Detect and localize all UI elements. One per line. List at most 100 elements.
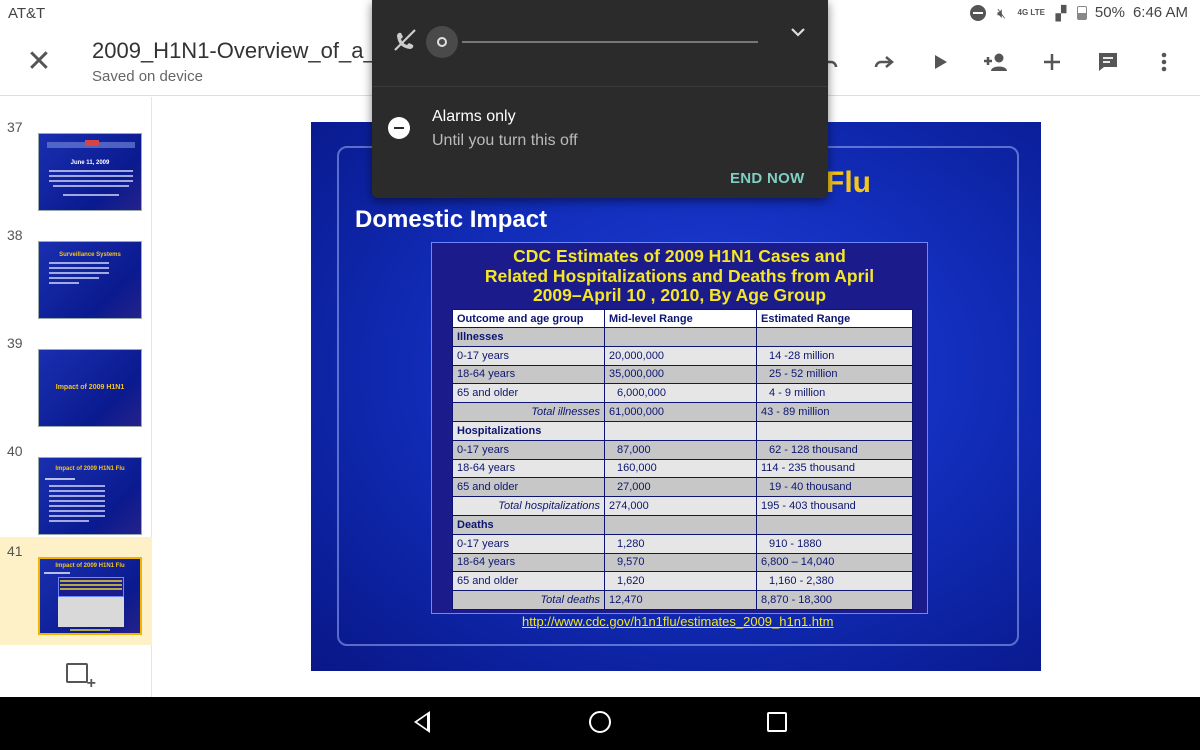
slide-number: 39	[7, 335, 23, 351]
home-icon[interactable]	[589, 711, 611, 733]
table-cell: 18-64 years	[452, 364, 605, 385]
add-icon[interactable]	[1036, 46, 1068, 78]
table-cell: Total hospitalizations	[452, 496, 605, 516]
table-cell: 18-64 years	[452, 552, 605, 573]
table-cell: 61,000,000	[604, 402, 757, 422]
table-cell: 20,000,000	[604, 345, 757, 366]
table-cell: 6,800 – 14,040	[756, 552, 913, 573]
battery-icon	[1076, 5, 1087, 20]
table-cell: 87,000	[604, 439, 757, 460]
battery-percent: 50%	[1094, 4, 1125, 21]
column-header: Mid-level Range	[604, 309, 757, 328]
document-title: 2009_H1N1-Overview_of_a_	[92, 38, 372, 63]
slide-thumbnail[interactable]: 39 Impact of 2009 H1N1	[0, 329, 152, 437]
source-link[interactable]: http://www.cdc.gov/h1n1flu/estimates_200…	[522, 614, 833, 629]
table-cell: 62 - 128 thousand	[756, 439, 913, 460]
play-icon[interactable]	[924, 46, 956, 78]
table-title-line: Related Hospitalizations and Deaths from…	[484, 265, 875, 286]
table-cell: 14 -28 million	[756, 345, 913, 366]
estimates-table: Outcome and age group Mid-level Range Es…	[452, 309, 913, 610]
table-cell: 0-17 years	[452, 533, 605, 554]
comment-icon[interactable]	[1092, 46, 1124, 78]
table-total-row: Total deaths 12,470 8,870 - 18,300	[452, 590, 913, 610]
table-total-row: Total hospitalizations 274,000 195 - 403…	[452, 496, 913, 516]
table-cell: 25 - 52 million	[756, 364, 913, 385]
table-cell: Total illnesses	[452, 402, 605, 422]
table-cell: 65 and older	[452, 383, 605, 404]
table-section-row: Hospitalizations	[452, 420, 913, 441]
table-cell: 274,000	[604, 496, 757, 516]
table-row: 65 and older 6,000,000 4 - 9 million	[452, 383, 913, 404]
clock: 6:46 AM	[1132, 4, 1188, 21]
table-row: 18-64 years 35,000,000 25 - 52 million	[452, 364, 913, 385]
main-slide[interactable]: Flu Domestic Impact CDC Estimates of 200…	[311, 122, 1041, 671]
slide-heading: Flu	[826, 166, 871, 199]
do-not-disturb-icon	[388, 117, 410, 139]
table-section-row: Deaths	[452, 514, 913, 535]
slide-number: 37	[7, 119, 23, 135]
section-label: Deaths	[452, 514, 605, 535]
table-cell: 1,620	[604, 571, 757, 592]
table-cell: 43 - 89 million	[756, 402, 913, 422]
back-icon[interactable]	[414, 711, 430, 733]
estimates-table-box: CDC Estimates of 2009 H1N1 Cases and Rel…	[431, 242, 928, 614]
chevron-down-icon[interactable]	[790, 22, 806, 43]
table-section-row: Illnesses	[452, 327, 913, 347]
slide-preview: Surveillance Systems	[38, 241, 142, 319]
slide-preview: Impact of 2009 H1N1 Flu	[38, 557, 142, 635]
slide-number: 38	[7, 227, 23, 243]
table-cell: 65 and older	[452, 477, 605, 498]
slide-preview: Impact of 2009 H1N1 Flu	[38, 457, 142, 535]
ringer-volume-row	[372, 0, 828, 87]
dnd-mode-subtitle: Until you turn this off	[432, 132, 578, 149]
close-icon[interactable]: ✕	[24, 47, 54, 78]
table-row: 18-64 years 9,570 6,800 – 14,040	[452, 552, 913, 573]
lte-icon: 4G LTE	[1017, 8, 1045, 17]
table-cell: 1,160 - 2,380	[756, 571, 913, 592]
table-cell: Total deaths	[452, 590, 605, 610]
table-title-line: CDC Estimates of 2009 H1N1 Cases and	[513, 246, 846, 266]
table-cell: 910 - 1880	[756, 533, 913, 554]
slide-preview: June 11, 2009	[38, 133, 142, 211]
table-cell: 18-64 years	[452, 458, 605, 479]
volume-dnd-panel: Alarms only Until you turn this off END …	[372, 0, 828, 198]
slide-thumbnail[interactable]: 40 Impact of 2009 H1N1 Flu	[0, 437, 152, 545]
slide-number: 41	[7, 543, 23, 559]
table-cell: 195 - 403 thousand	[756, 496, 913, 516]
redo-icon[interactable]	[868, 46, 900, 78]
table-cell: 27,000	[604, 477, 757, 498]
dnd-mode-title: Alarms only	[432, 108, 516, 125]
volume-slider-track[interactable]	[462, 41, 758, 43]
table-cell: 35,000,000	[604, 364, 757, 385]
table-cell: 19 - 40 thousand	[756, 477, 913, 498]
table-row: 18-64 years 160,000 114 - 235 thousand	[452, 458, 913, 479]
slide-thumbnail-panel: 37 June 11, 2009 38 Surveillance Systems…	[0, 97, 152, 697]
recent-apps-icon[interactable]	[767, 712, 787, 732]
slide-thumbnail[interactable]: 38 Surveillance Systems	[0, 221, 152, 329]
do-not-disturb-icon	[969, 4, 986, 21]
slide-thumbnail[interactable]: 37 June 11, 2009	[0, 113, 152, 221]
add-person-icon[interactable]	[980, 46, 1012, 78]
more-icon[interactable]	[1148, 46, 1180, 78]
table-cell: 0-17 years	[452, 439, 605, 460]
table-row: 0-17 years 87,000 62 - 128 thousand	[452, 439, 913, 460]
volume-slider-thumb[interactable]	[426, 26, 458, 58]
status-icons: 🔇︎ 4G LTE ▞ 50% 6:46 AM	[969, 4, 1188, 21]
table-cell: 9,570	[604, 552, 757, 573]
section-label: Illnesses	[452, 327, 605, 347]
table-title: CDC Estimates of 2009 H1N1 Cases and Rel…	[432, 246, 927, 306]
table-row: 0-17 years 1,280 910 - 1880	[452, 533, 913, 554]
toolbar-actions	[812, 46, 1180, 78]
table-cell: 6,000,000	[604, 383, 757, 404]
new-slide-icon[interactable]	[66, 663, 96, 693]
table-cell: 160,000	[604, 458, 757, 479]
column-header: Outcome and age group	[452, 309, 605, 328]
slide-thumbnail-selected[interactable]: 41 Impact of 2009 H1N1 Flu	[0, 537, 152, 645]
section-label: Hospitalizations	[452, 420, 605, 441]
table-title-line: 2009–April 10 , 2010, By Age Group	[532, 285, 827, 305]
table-cell: 4 - 9 million	[756, 383, 913, 404]
column-header: Estimated Range	[756, 309, 913, 328]
end-now-button[interactable]: END NOW	[730, 170, 805, 187]
table-cell: 8,870 - 18,300	[756, 590, 913, 610]
ringer-off-icon[interactable]	[392, 28, 418, 54]
